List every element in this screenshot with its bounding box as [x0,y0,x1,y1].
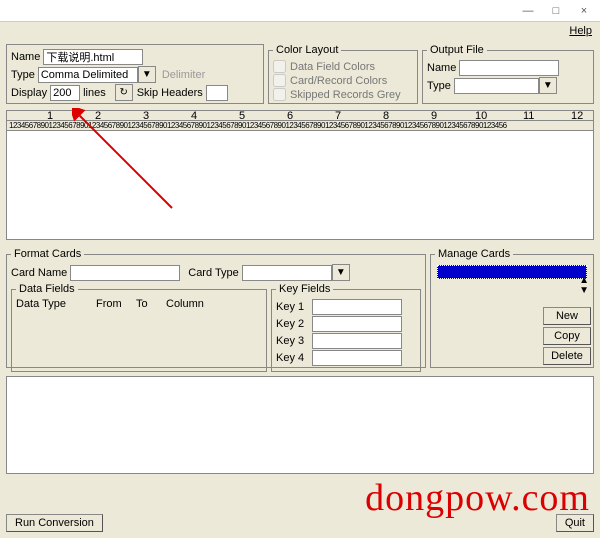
output-preview [6,376,594,474]
delete-button[interactable]: Delete [543,347,591,365]
output-name-input[interactable] [459,60,559,76]
card-type-input[interactable] [242,265,332,281]
type-dropdown-icon[interactable]: ▼ [138,66,156,83]
color-layout-group: Color Layout Data Field Colors Card/Reco… [268,44,418,104]
col-column: Column [166,298,216,310]
data-field-colors-option[interactable]: Data Field Colors [273,60,413,73]
name-input[interactable] [43,49,143,65]
card-name-input[interactable] [70,265,180,281]
skip-headers-input[interactable] [206,85,228,101]
col-data-type: Data Type [16,298,96,310]
data-fields-title: Data Fields [16,283,78,295]
input-file-group: Name Type ▼ Delimiter Display lines ↻ Sk… [6,44,264,104]
key-fields-group: Key Fields Key 1 Key 2 Key 3 Key 4 [271,283,421,372]
display-input[interactable] [50,85,80,101]
name-label: Name [11,51,43,63]
display-label: Display [11,87,50,99]
ruler-digits: 1234567890123456789012345678901234567890… [7,121,593,131]
key1-input[interactable] [312,299,402,315]
menu-bar: Help [0,22,600,40]
key1-label: Key 1 [276,301,312,313]
key-fields-title: Key Fields [276,283,333,295]
refresh-icon[interactable]: ↻ [115,84,133,101]
minimize-button[interactable]: — [514,2,542,20]
output-type-label: Type [427,80,454,92]
output-type-input[interactable] [454,78,539,94]
card-type-dropdown-icon[interactable]: ▼ [332,264,350,281]
output-file-title: Output File [427,44,487,56]
col-to: To [136,298,166,310]
move-down-icon[interactable]: ▼ [579,286,589,296]
key4-label: Key 4 [276,352,312,364]
run-conversion-button[interactable]: Run Conversion [6,514,103,532]
key2-label: Key 2 [276,318,312,330]
key2-input[interactable] [312,316,402,332]
col-from: From [96,298,136,310]
type-input[interactable] [38,67,138,83]
output-file-group: Output File Name Type ▼ [422,44,594,104]
card-type-label: Card Type [188,267,242,279]
selected-card-item[interactable] [437,265,587,279]
help-menu[interactable]: Help [569,25,592,37]
key3-label: Key 3 [276,335,312,347]
lines-label: lines [83,87,109,99]
key3-input[interactable] [312,333,402,349]
quit-button[interactable]: Quit [556,514,594,532]
ruler-ticks: 123 456 789 101112 [7,111,593,121]
color-layout-title: Color Layout [273,44,341,56]
card-name-label: Card Name [11,267,70,279]
skipped-records-grey-option[interactable]: Skipped Records Grey [273,88,413,101]
copy-button[interactable]: Copy [543,327,591,345]
window-titlebar: — □ × [0,0,600,22]
data-preview-ruler: 123 456 789 101112 123456789012345678901… [6,110,594,240]
type-label: Type [11,69,38,81]
manage-cards-title: Manage Cards [435,248,513,260]
manage-cards-group: Manage Cards ▲ ▼ New Copy Delete [430,248,594,368]
output-name-label: Name [427,62,459,74]
new-button[interactable]: New [543,307,591,325]
format-cards-group: Format Cards Card Name Card Type ▼ Data … [6,248,426,368]
skip-headers-label: Skip Headers [137,87,206,99]
close-button[interactable]: × [570,2,598,20]
delimiter-label: Delimiter [162,69,208,81]
format-cards-title: Format Cards [11,248,84,260]
data-fields-group: Data Fields Data Type From To Column [11,283,267,372]
maximize-button[interactable]: □ [542,2,570,20]
key4-input[interactable] [312,350,402,366]
card-record-colors-option[interactable]: Card/Record Colors [273,74,413,87]
output-type-dropdown-icon[interactable]: ▼ [539,77,557,94]
